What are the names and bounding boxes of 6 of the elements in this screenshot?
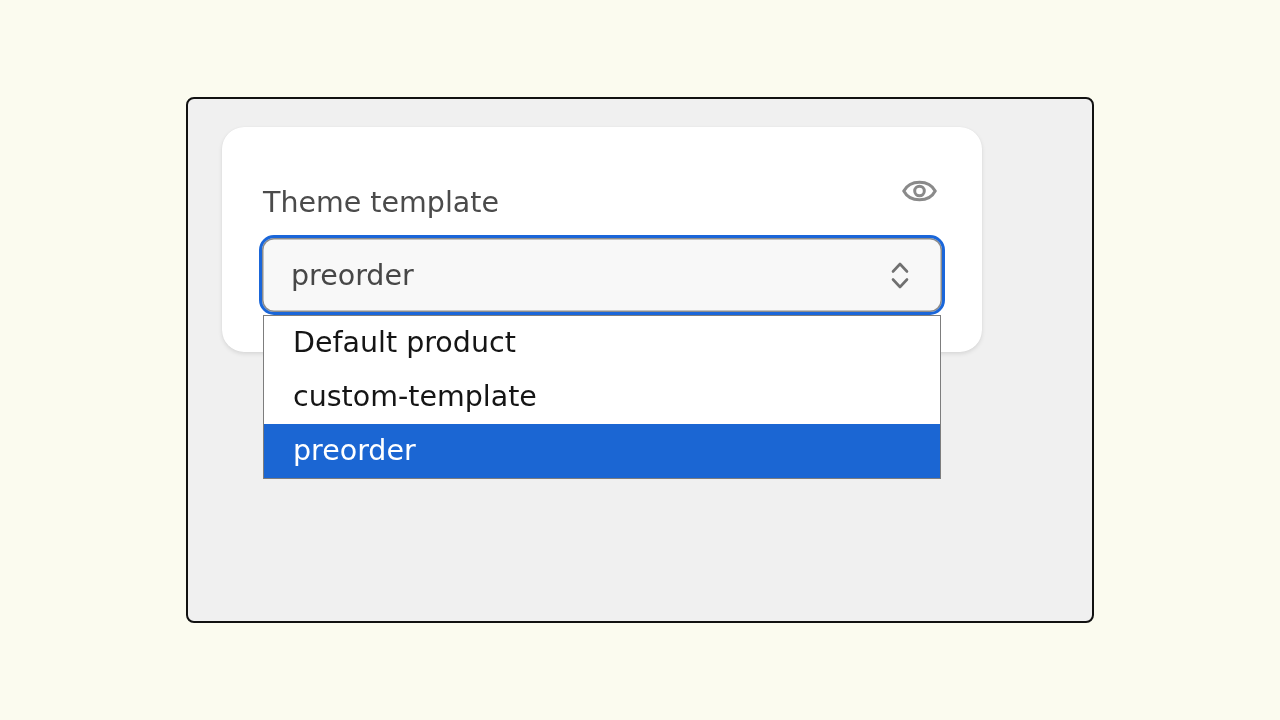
dropdown-option[interactable]: custom-template	[264, 370, 940, 424]
chevron-icon	[891, 260, 909, 290]
select-field[interactable]: preorder	[259, 235, 945, 315]
dropdown-option[interactable]: preorder	[264, 424, 940, 478]
field-label: Theme template	[263, 185, 499, 221]
dropdown-option[interactable]: Default product	[264, 316, 940, 370]
